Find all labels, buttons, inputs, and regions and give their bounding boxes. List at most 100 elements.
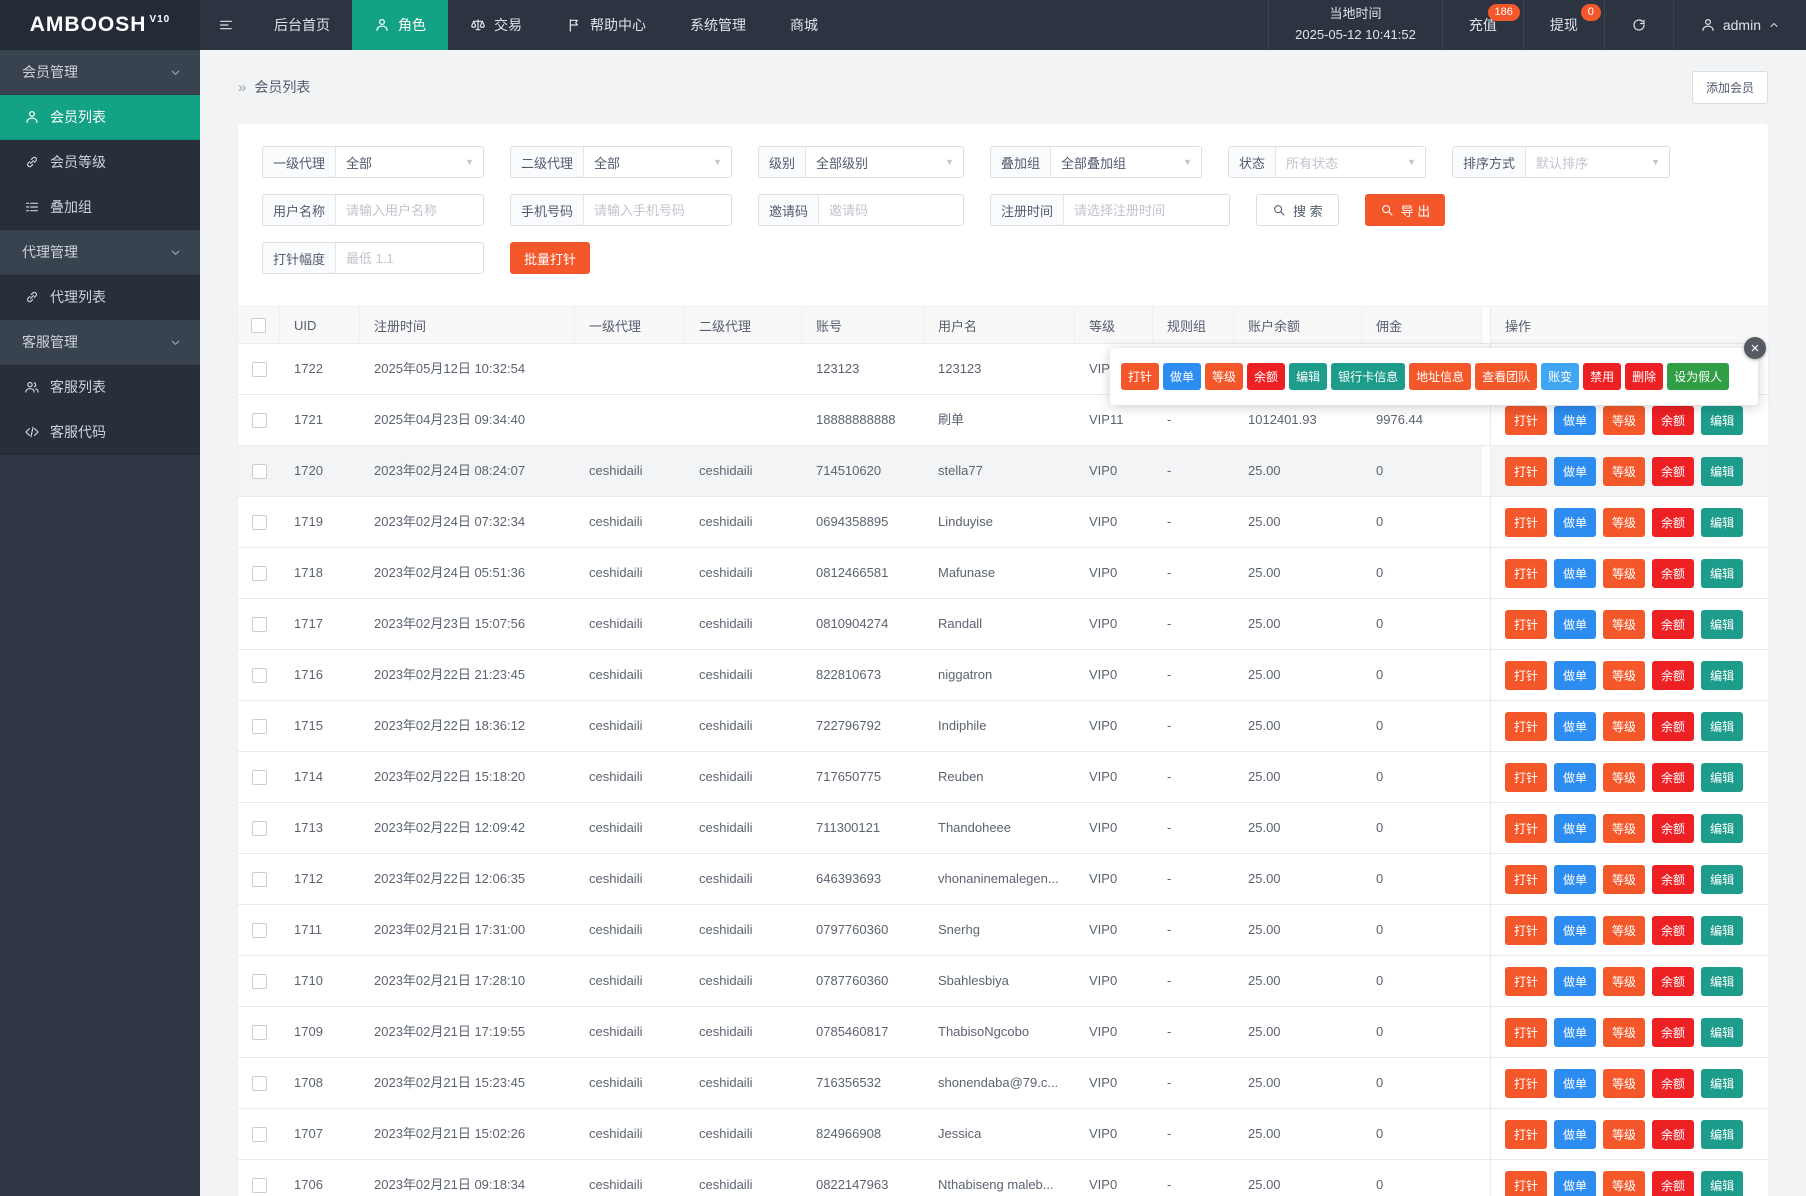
row-action-打针-button[interactable]: 打针 [1505,660,1548,690]
row-action-等级-button[interactable]: 等级 [1603,405,1646,435]
recharge-button[interactable]: 充值 186 [1441,0,1523,50]
row-action-余额-button[interactable]: 余额 [1652,1170,1695,1196]
row-action-做单-button[interactable]: 做单 [1554,864,1597,894]
filter-select[interactable]: 状态 所有状态 ▼ [1228,146,1426,178]
filter-input[interactable] [584,202,731,218]
row-action-做单-button[interactable]: 做单 [1554,507,1597,537]
row-action-编辑-button[interactable]: 编辑 [1701,507,1744,537]
popup-action-银行卡信息-button[interactable]: 银行卡信息 [1331,363,1406,390]
sidebar-item[interactable]: 客服代码 [0,410,200,455]
row-action-打针-button[interactable]: 打针 [1505,1119,1548,1149]
row-action-等级-button[interactable]: 等级 [1603,609,1646,639]
row-action-做单-button[interactable]: 做单 [1554,558,1597,588]
row-action-做单-button[interactable]: 做单 [1554,711,1597,741]
row-action-打针-button[interactable]: 打针 [1505,1170,1548,1196]
row-action-余额-button[interactable]: 余额 [1652,1119,1695,1149]
row-action-余额-button[interactable]: 余额 [1652,507,1695,537]
filter-select[interactable]: 一级代理 全部 ▼ [262,146,484,178]
row-checkbox[interactable] [251,922,267,938]
row-action-做单-button[interactable]: 做单 [1554,966,1597,996]
row-action-做单-button[interactable]: 做单 [1554,456,1597,486]
popup-action-等级-button[interactable]: 等级 [1205,363,1244,390]
row-checkbox[interactable] [251,514,267,530]
popup-action-账变-button[interactable]: 账变 [1541,363,1580,390]
row-action-编辑-button[interactable]: 编辑 [1701,660,1744,690]
row-action-编辑-button[interactable]: 编辑 [1701,966,1744,996]
row-action-打针-button[interactable]: 打针 [1505,762,1548,792]
nav-tab[interactable]: 后台首页 [252,0,352,50]
row-checkbox[interactable] [251,1126,267,1142]
admin-menu[interactable]: admin [1672,0,1806,50]
row-checkbox[interactable] [251,361,267,377]
row-action-打针-button[interactable]: 打针 [1505,1068,1548,1098]
row-action-等级-button[interactable]: 等级 [1603,864,1646,894]
row-action-打针-button[interactable]: 打针 [1505,966,1548,996]
row-action-编辑-button[interactable]: 编辑 [1701,915,1744,945]
row-checkbox[interactable] [251,973,267,989]
row-action-等级-button[interactable]: 等级 [1603,762,1646,792]
row-action-做单-button[interactable]: 做单 [1554,1068,1597,1098]
row-action-编辑-button[interactable]: 编辑 [1701,711,1744,741]
nav-tab[interactable]: 交易 [448,0,544,50]
row-action-编辑-button[interactable]: 编辑 [1701,1017,1744,1047]
sidebar-item[interactable]: 会员列表 [0,95,200,140]
popup-action-地址信息-button[interactable]: 地址信息 [1409,363,1472,390]
nav-tab[interactable]: 角色 [352,0,448,50]
row-action-做单-button[interactable]: 做单 [1554,813,1597,843]
row-action-做单-button[interactable]: 做单 [1554,1017,1597,1047]
row-action-打针-button[interactable]: 打针 [1505,711,1548,741]
row-action-余额-button[interactable]: 余额 [1652,966,1695,996]
row-action-编辑-button[interactable]: 编辑 [1701,456,1744,486]
popup-action-设为假人-button[interactable]: 设为假人 [1667,363,1730,390]
sidebar-toggle-button[interactable] [200,0,252,50]
sidebar-group-header[interactable]: 会员管理 [0,50,200,95]
row-action-编辑-button[interactable]: 编辑 [1701,1068,1744,1098]
withdraw-button[interactable]: 提现 0 [1522,0,1604,50]
filter-select[interactable]: 叠加组 全部叠加组 ▼ [990,146,1202,178]
search-button[interactable]: 搜 索 [1256,194,1339,226]
row-checkbox[interactable] [251,871,267,887]
filter-input[interactable] [336,202,483,218]
row-action-等级-button[interactable]: 等级 [1603,966,1646,996]
add-member-button[interactable]: 添加会员 [1691,70,1768,104]
row-action-做单-button[interactable]: 做单 [1554,1119,1597,1149]
row-action-编辑-button[interactable]: 编辑 [1701,864,1744,894]
row-action-余额-button[interactable]: 余额 [1652,762,1695,792]
sidebar-group-header[interactable]: 客服管理 [0,320,200,365]
row-checkbox[interactable] [251,1075,267,1091]
sidebar-item[interactable]: 代理列表 [0,275,200,320]
row-action-编辑-button[interactable]: 编辑 [1701,1119,1744,1149]
row-action-等级-button[interactable]: 等级 [1603,660,1646,690]
filter-select[interactable]: 二级代理 全部 ▼ [510,146,732,178]
popup-action-编辑-button[interactable]: 编辑 [1289,363,1328,390]
row-checkbox[interactable] [251,769,267,785]
row-action-打针-button[interactable]: 打针 [1505,456,1548,486]
row-action-打针-button[interactable]: 打针 [1505,1017,1548,1047]
select-all-checkbox[interactable] [251,317,266,333]
row-action-打针-button[interactable]: 打针 [1505,864,1548,894]
row-action-余额-button[interactable]: 余额 [1652,915,1695,945]
row-checkbox[interactable] [251,667,267,683]
row-checkbox[interactable] [251,565,267,581]
row-action-余额-button[interactable]: 余额 [1652,405,1695,435]
row-action-余额-button[interactable]: 余额 [1652,456,1695,486]
row-action-编辑-button[interactable]: 编辑 [1701,762,1744,792]
nav-tab[interactable]: 商城 [768,0,840,50]
sidebar-item[interactable]: 叠加组 [0,185,200,230]
filter-input[interactable] [819,202,963,218]
row-checkbox[interactable] [251,820,267,836]
row-action-等级-button[interactable]: 等级 [1603,1119,1646,1149]
filter-select[interactable]: 排序方式 默认排序 ▼ [1452,146,1670,178]
row-checkbox[interactable] [251,1024,267,1040]
popup-action-做单-button[interactable]: 做单 [1163,363,1202,390]
row-action-等级-button[interactable]: 等级 [1603,1068,1646,1098]
sidebar-item[interactable]: 客服列表 [0,365,200,410]
row-action-等级-button[interactable]: 等级 [1603,711,1646,741]
row-action-等级-button[interactable]: 等级 [1603,507,1646,537]
row-action-余额-button[interactable]: 余额 [1652,711,1695,741]
row-action-打针-button[interactable]: 打针 [1505,405,1548,435]
inject-range-input[interactable] [336,250,483,266]
row-action-打针-button[interactable]: 打针 [1505,558,1548,588]
popup-action-删除-button[interactable]: 删除 [1625,363,1664,390]
row-checkbox[interactable] [251,463,267,479]
